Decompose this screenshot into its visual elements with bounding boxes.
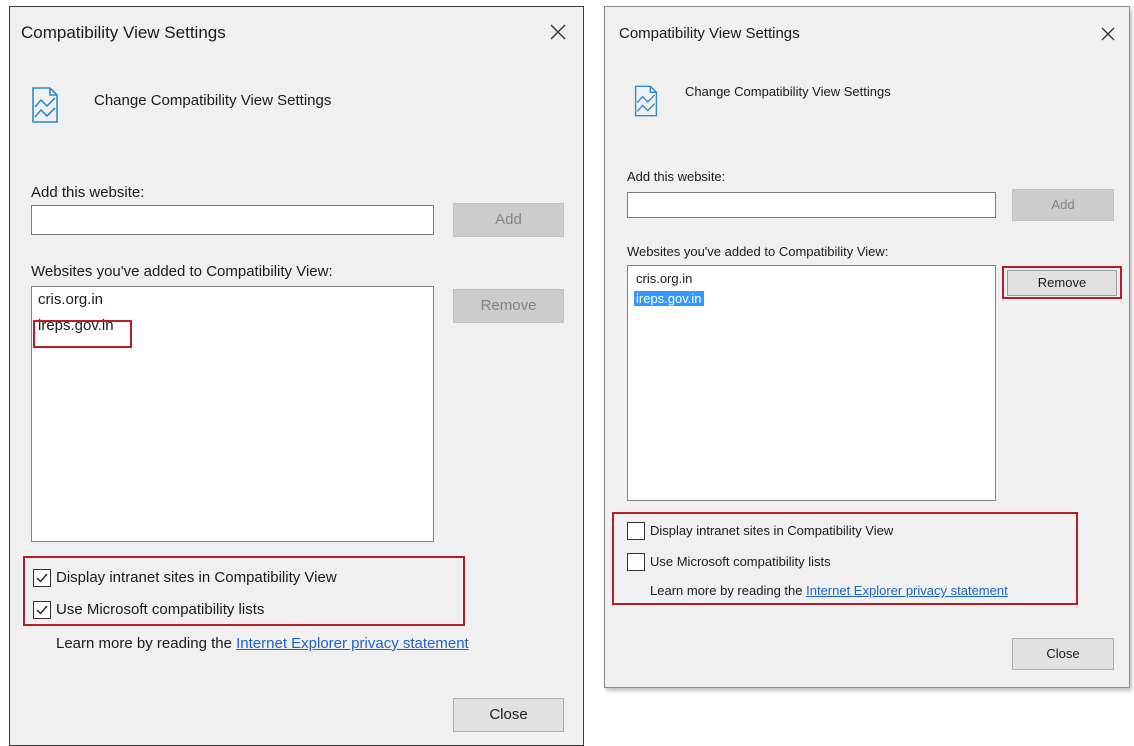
dialog-heading: Change Compatibility View Settings [94,92,332,109]
ms-lists-checkbox-label[interactable]: Use Microsoft compatibility lists [56,601,264,618]
close-button[interactable]: Close [453,698,564,732]
close-icon[interactable] [1100,26,1116,42]
add-website-label: Add this website: [31,184,145,201]
websites-listbox[interactable]: cris.org.in ireps.gov.in [31,286,434,542]
learn-more-text: Learn more by reading the [650,583,803,598]
dialog-title: Compatibility View Settings [619,25,800,42]
close-icon[interactable] [549,23,567,41]
compatibility-view-dialog-right: Compatibility View Settings Change Compa… [604,6,1130,688]
websites-list-label: Websites you've added to Compatibility V… [627,244,889,259]
remove-button[interactable]: Remove [453,289,564,323]
intranet-checkbox[interactable] [33,569,51,587]
dialog-heading: Change Compatibility View Settings [685,84,891,99]
dialog-title: Compatibility View Settings [21,23,226,42]
learn-more-row: Learn more by reading the Internet Explo… [650,583,1008,598]
checkmark-icon [36,573,48,583]
list-item[interactable]: cris.org.in [636,271,692,286]
checkmark-icon [36,605,48,615]
learn-more-text: Learn more by reading the [56,635,232,652]
add-website-input[interactable] [31,205,434,235]
add-website-label: Add this website: [627,169,726,184]
ms-lists-checkbox-label[interactable]: Use Microsoft compatibility lists [650,554,831,569]
list-item[interactable]: cris.org.in [38,291,103,308]
learn-more-row: Learn more by reading the Internet Explo… [56,635,469,652]
compatibility-view-icon [633,83,659,124]
privacy-statement-link[interactable]: Internet Explorer privacy statement [806,583,1008,598]
add-website-input[interactable] [627,192,996,218]
close-button[interactable]: Close [1012,638,1114,670]
websites-listbox[interactable]: cris.org.in ireps.gov.in [627,265,996,501]
intranet-checkbox-label[interactable]: Display intranet sites in Compatibility … [650,523,893,538]
list-item[interactable]: ireps.gov.in [38,317,114,334]
remove-button[interactable]: Remove [1007,270,1117,296]
websites-list-label: Websites you've added to Compatibility V… [31,263,333,280]
intranet-checkbox-label[interactable]: Display intranet sites in Compatibility … [56,569,337,586]
add-button[interactable]: Add [453,203,564,237]
add-button[interactable]: Add [1012,189,1114,221]
privacy-statement-link[interactable]: Internet Explorer privacy statement [236,635,469,652]
ms-lists-checkbox[interactable] [33,601,51,619]
ms-lists-checkbox[interactable] [627,553,645,571]
intranet-checkbox[interactable] [627,522,645,540]
list-item-selected[interactable]: ireps.gov.in [634,291,704,306]
compatibility-view-dialog-left: Compatibility View Settings Change Compa… [9,6,584,746]
compatibility-view-icon [30,85,60,130]
